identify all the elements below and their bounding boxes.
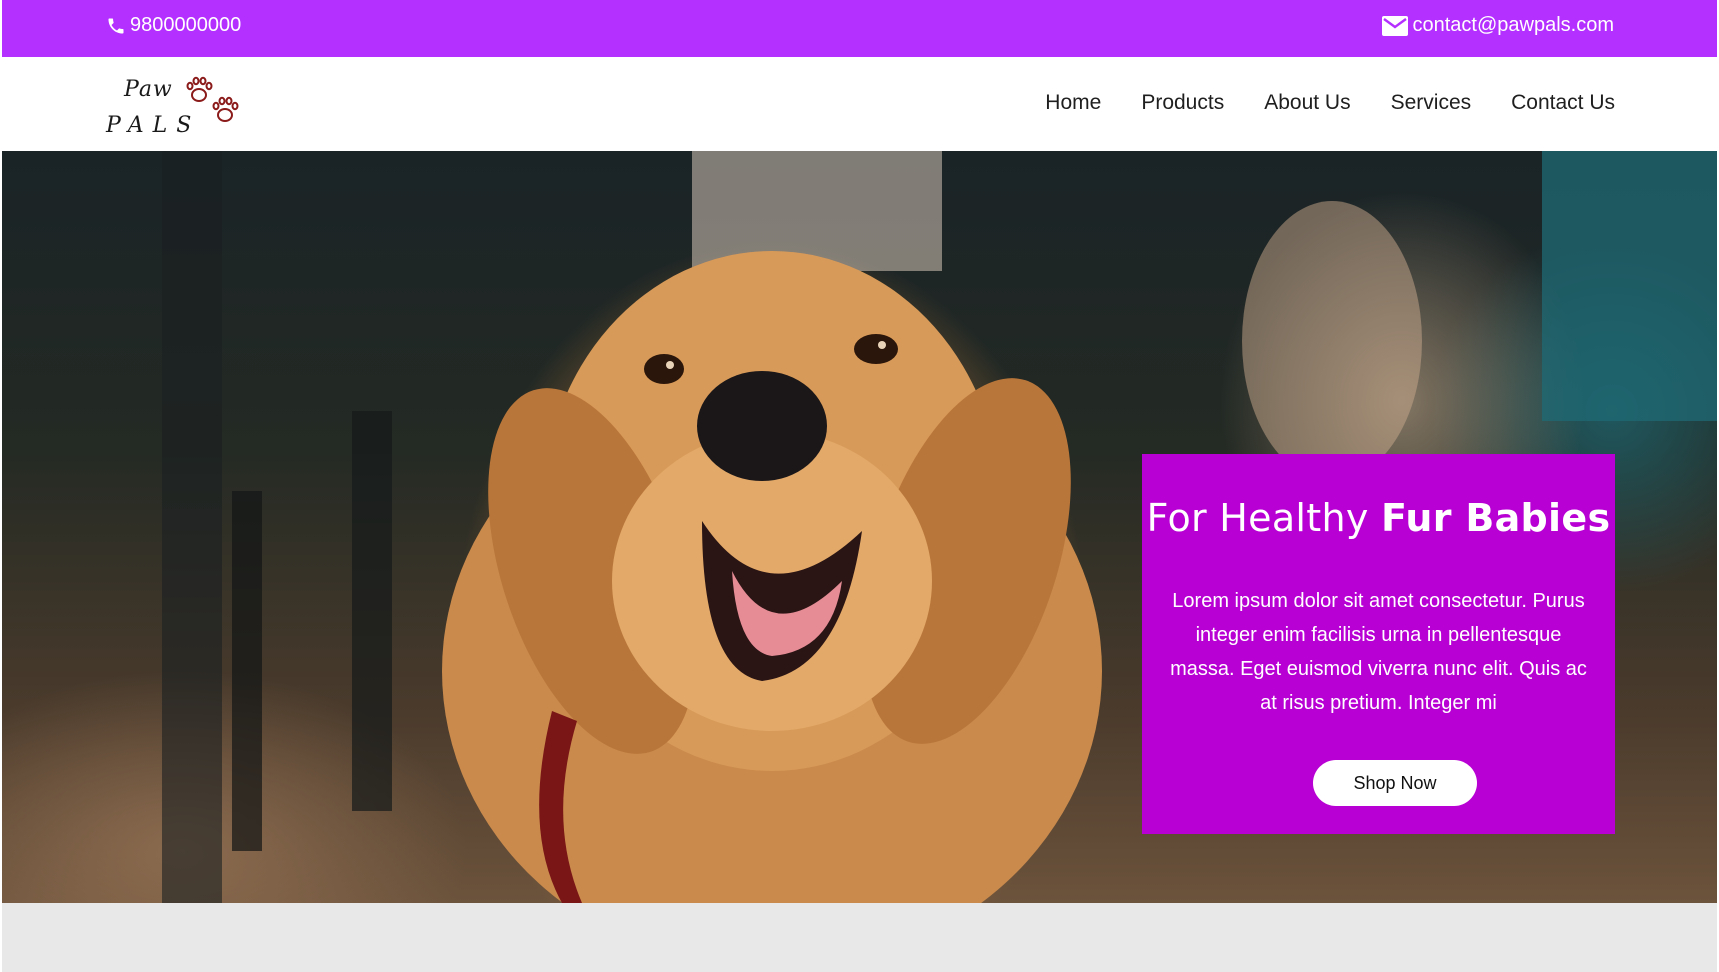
paw-print-icon [212,96,239,122]
primary-nav: Home Products About Us Services Contact … [1045,91,1615,115]
nav-contact-us[interactable]: Contact Us [1511,91,1615,115]
email-address: contact@pawpals.com [1412,14,1614,36]
hero-title-bold: Fur Babies [1381,496,1611,540]
page: 9800000000 contact@pawpals.com Paw PALS [2,0,1717,972]
logo[interactable]: Paw PALS [106,69,246,141]
envelope-icon [1382,15,1409,36]
phone-icon [106,16,126,36]
shop-now-button[interactable]: Shop Now [1313,760,1477,806]
hero-title-regular: For Healthy [1146,496,1382,540]
email-contact[interactable]: contact@pawpals.com [1382,14,1614,37]
next-section-placeholder [2,903,1717,972]
top-contact-bar: 9800000000 contact@pawpals.com [2,0,1717,57]
phone-number: 9800000000 [130,14,242,36]
logo-text-pals: PALS [106,113,201,138]
nav-about-us[interactable]: About Us [1264,91,1350,115]
promo-panel: For Healthy Fur Babies Lorem ipsum dolor… [1142,454,1615,834]
hero-banner: For Healthy Fur Babies Lorem ipsum dolor… [2,151,1717,903]
hero-description: Lorem ipsum dolor sit amet consectetur. … [1170,590,1587,714]
nav-products[interactable]: Products [1141,91,1224,115]
main-navbar: Paw PALS Home Products About Us Services… [2,57,1717,151]
nav-home[interactable]: Home [1045,91,1101,115]
hero-title: For Healthy Fur Babies [1142,496,1615,540]
phone-contact[interactable]: 9800000000 [106,14,241,37]
nav-services[interactable]: Services [1391,91,1472,115]
logo-text-paw: Paw [124,77,173,102]
